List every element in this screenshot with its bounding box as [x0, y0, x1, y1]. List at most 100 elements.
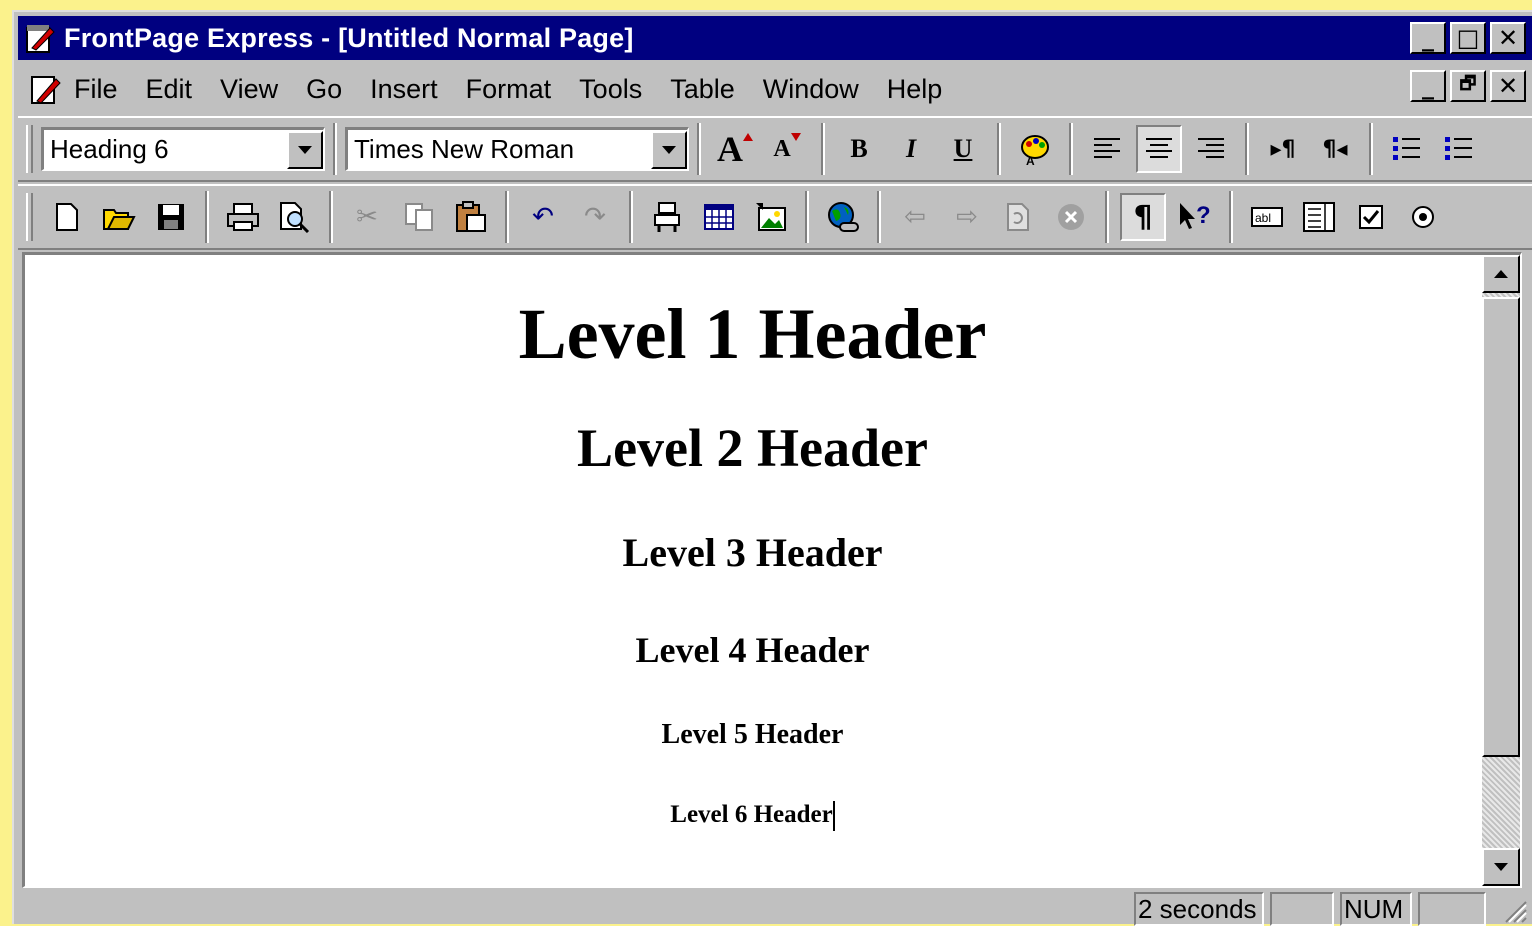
align-left-icon — [1094, 138, 1120, 158]
toolbar-separator — [333, 123, 337, 175]
menu-file[interactable]: File — [74, 74, 118, 105]
save-button[interactable] — [148, 193, 194, 241]
heading-level-6[interactable]: Level 6 Header — [670, 801, 832, 828]
status-num: NUM — [1340, 892, 1412, 926]
style-dropdown[interactable]: Heading 6 — [41, 127, 325, 171]
redo-button[interactable]: ↷ — [572, 193, 618, 241]
document-icon[interactable] — [28, 71, 64, 107]
new-button[interactable] — [44, 193, 90, 241]
one-line-textbox-button[interactable]: abl — [1244, 193, 1290, 241]
align-center-button[interactable] — [1136, 125, 1182, 173]
scrolling-textbox-button[interactable] — [1296, 193, 1342, 241]
bullet-list-button[interactable] — [1436, 125, 1482, 173]
insert-hyperlink-button[interactable] — [820, 193, 866, 241]
print-preview-button[interactable] — [272, 193, 318, 241]
menu-tools[interactable]: Tools — [579, 74, 642, 105]
font-dropdown[interactable]: Times New Roman — [345, 127, 689, 171]
open-folder-icon — [103, 209, 136, 230]
forward-button[interactable]: ⇨ — [944, 193, 990, 241]
heading-level-5[interactable]: Level 5 Header — [25, 719, 1480, 751]
doc-minimize-button[interactable]: _ — [1410, 70, 1446, 102]
open-button[interactable] — [96, 193, 142, 241]
heading-level-2[interactable]: Level 2 Header — [25, 417, 1480, 479]
title-bar[interactable]: FrontPage Express - [Untitled Normal Pag… — [18, 16, 1532, 60]
stop-icon — [1058, 204, 1084, 230]
menu-help[interactable]: Help — [887, 74, 943, 105]
increase-font-button[interactable]: A — [712, 125, 758, 173]
resize-grip-icon[interactable] — [1500, 896, 1528, 924]
copy-button[interactable] — [396, 193, 442, 241]
insert-webbot-button[interactable] — [644, 193, 690, 241]
svg-text:abl: abl — [1255, 211, 1271, 225]
heading-level-4[interactable]: Level 4 Header — [25, 629, 1480, 671]
scroll-thumb[interactable] — [1482, 297, 1520, 757]
restore-icon: 🗗 — [1459, 73, 1477, 94]
application-window: FrontPage Express - [Untitled Normal Pag… — [12, 10, 1532, 926]
ltr-button[interactable]: ▸¶ — [1260, 125, 1306, 173]
maximize-icon: □ — [1456, 24, 1480, 52]
italic-button[interactable]: I — [888, 125, 934, 173]
numbered-list-icon — [1393, 137, 1420, 160]
editor-area[interactable]: Level 1 Header Level 2 Header Level 3 He… — [22, 252, 1522, 888]
menu-format[interactable]: Format — [466, 74, 552, 105]
align-left-button[interactable] — [1084, 125, 1130, 173]
vertical-scrollbar[interactable] — [1482, 255, 1520, 886]
align-right-icon — [1198, 138, 1224, 158]
menu-table[interactable]: Table — [670, 74, 735, 105]
menu-go[interactable]: Go — [306, 74, 342, 105]
copy-icon — [405, 203, 433, 231]
numbered-list-button[interactable] — [1384, 125, 1430, 173]
toolbar-separator — [205, 191, 209, 243]
toolbar-separator — [1245, 123, 1249, 175]
chevron-down-icon[interactable] — [651, 130, 687, 169]
chevron-down-icon[interactable] — [287, 130, 323, 169]
underline-button[interactable]: U — [940, 125, 986, 173]
align-right-button[interactable] — [1188, 125, 1234, 173]
italic-icon: I — [905, 134, 917, 163]
menu-view[interactable]: View — [220, 74, 278, 105]
close-button[interactable]: ✕ — [1490, 22, 1526, 54]
scroll-up-button[interactable] — [1482, 255, 1520, 293]
style-value: Heading 6 — [50, 134, 169, 164]
menu-window[interactable]: Window — [763, 74, 859, 105]
print-button[interactable] — [220, 193, 266, 241]
scrolling-textbox-icon — [1303, 202, 1335, 232]
scroll-down-button[interactable] — [1482, 848, 1520, 886]
doc-close-button[interactable]: ✕ — [1490, 70, 1526, 102]
undo-button[interactable]: ↶ — [520, 193, 566, 241]
heading-level-1[interactable]: Level 1 Header — [25, 293, 1480, 376]
bold-button[interactable]: B — [836, 125, 882, 173]
checkbox-button[interactable] — [1348, 193, 1394, 241]
toolbar-grip[interactable] — [26, 193, 33, 241]
cut-button[interactable]: ✂ — [344, 193, 390, 241]
show-formatting-button[interactable]: ¶ — [1120, 193, 1166, 241]
insert-image-button[interactable] — [748, 193, 794, 241]
radio-button-tool[interactable] — [1400, 193, 1446, 241]
doc-restore-button[interactable]: 🗗 — [1450, 70, 1486, 102]
decrease-font-button[interactable]: A — [764, 125, 810, 173]
menu-edit[interactable]: Edit — [146, 74, 193, 105]
paste-clipboard-icon — [456, 201, 486, 232]
back-button[interactable]: ⇦ — [892, 193, 938, 241]
maximize-button[interactable]: □ — [1450, 22, 1486, 54]
menu-insert[interactable]: Insert — [370, 74, 438, 105]
context-help-button[interactable]: ? — [1172, 193, 1218, 241]
textbox-icon: abl — [1251, 207, 1283, 227]
arrow-right-icon: ⇨ — [956, 202, 978, 232]
insert-table-button[interactable] — [696, 193, 742, 241]
format-toolbar: Heading 6 Times New Roman A A B I U A ▸¶ — [18, 116, 1532, 182]
minimize-button[interactable]: _ — [1410, 22, 1446, 54]
rtl-button[interactable]: ¶◂ — [1312, 125, 1358, 173]
radio-icon — [1412, 206, 1434, 228]
paste-button[interactable] — [448, 193, 494, 241]
image-icon — [756, 203, 786, 231]
toolbar-separator — [821, 123, 825, 175]
heading-level-6-line[interactable]: Level 6 Header — [25, 801, 1480, 832]
table-grid-icon — [704, 204, 734, 230]
text-color-button[interactable]: A — [1012, 125, 1058, 173]
stop-button[interactable] — [1048, 193, 1094, 241]
toolbar-grip[interactable] — [26, 125, 33, 173]
refresh-button[interactable] — [996, 193, 1042, 241]
heading-level-3[interactable]: Level 3 Header — [25, 529, 1480, 576]
toolbar-separator — [1229, 191, 1233, 243]
